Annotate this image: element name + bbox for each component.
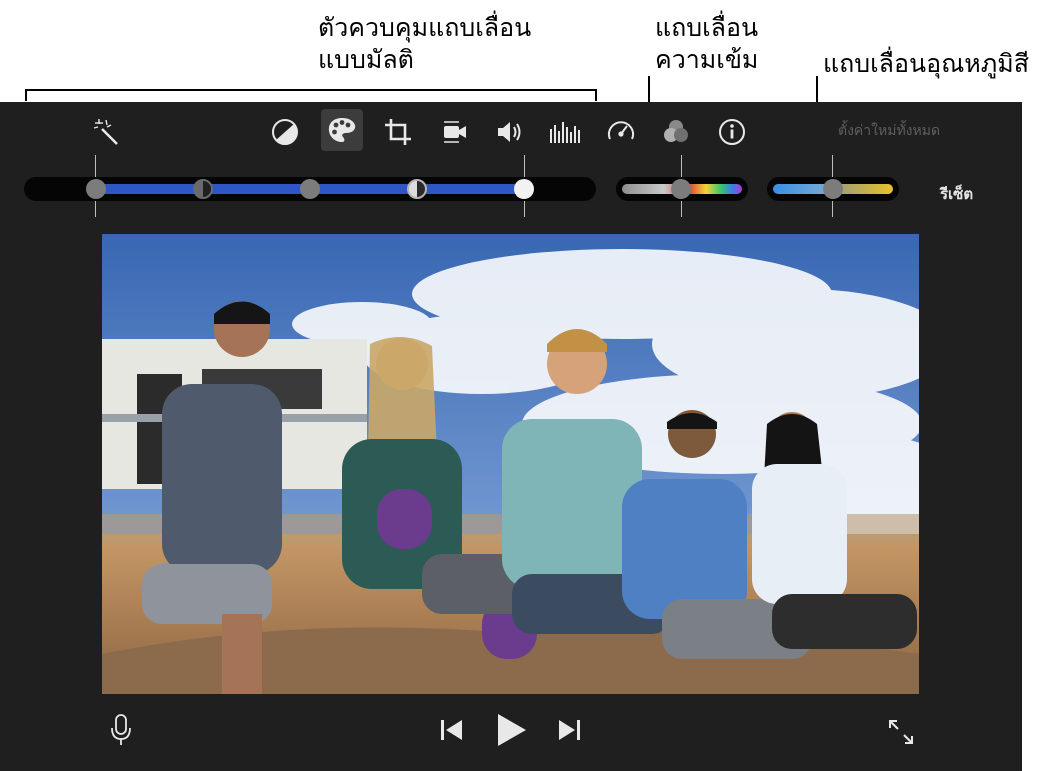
speed-icon[interactable] [603,114,639,150]
multi-slider-shadows-handle[interactable] [86,179,106,199]
fullscreen-icon[interactable] [887,718,915,750]
equalizer-icon[interactable] [546,114,582,150]
skip-back-icon[interactable] [440,719,464,745]
filters-icon[interactable] [658,114,694,150]
multi-slider-midtone-handle[interactable] [300,179,320,199]
color-correction-icon[interactable] [321,109,363,151]
multi-slider-highlights-handle[interactable] [514,179,534,199]
temperature-slider[interactable] [767,177,899,201]
color-balance-icon[interactable] [267,114,303,150]
microphone-icon[interactable] [110,713,132,751]
reset-all-button[interactable]: ตั้งค่าใหม่ทั้งหมด [838,120,940,142]
skip-forward-icon[interactable] [557,719,581,745]
magic-wand-icon[interactable] [90,114,126,150]
bracket-horizontal [25,89,597,91]
saturation-handle[interactable] [671,179,691,199]
temperature-callout: แถบเลื่อนอุณหภูมิสี [823,48,1029,80]
bracket-right-tick [595,89,597,101]
multi-slider-callout-line2: แบบมัลติ [318,45,414,74]
saturation-slider[interactable] [616,177,748,201]
editor-panel: ตั้งค่าใหม่ทั้งหมด รีเซ็ต [0,102,1022,771]
reset-button[interactable]: รีเซ็ต [940,182,973,206]
temperature-callout-line: แถบเลื่อนอุณหภูมิสี [823,49,1029,78]
crop-icon[interactable] [380,114,416,150]
bracket-left-tick [25,89,27,101]
video-frame-image [102,234,919,694]
temperature-handle[interactable] [823,179,843,199]
info-icon[interactable] [714,114,750,150]
saturation-callout: แถบเลื่อน ความเข้ม [655,12,758,76]
multi-slider-light-midtone-handle[interactable] [407,179,427,199]
multi-slider-callout-line1: ตัวควบคุมแถบเลื่อน [318,13,532,42]
multi-slider-track[interactable] [24,177,596,201]
video-preview[interactable] [102,234,919,694]
stabilization-icon[interactable] [436,114,472,150]
volume-icon[interactable] [491,114,527,150]
saturation-callout-line1: แถบเลื่อน [655,13,759,42]
multi-slider-callout: ตัวควบคุมแถบเลื่อน แบบมัลติ [318,12,531,76]
play-icon[interactable] [496,713,528,751]
multi-slider-dark-midtone-handle[interactable] [193,179,213,199]
saturation-callout-line2: ความเข้ม [655,45,759,74]
